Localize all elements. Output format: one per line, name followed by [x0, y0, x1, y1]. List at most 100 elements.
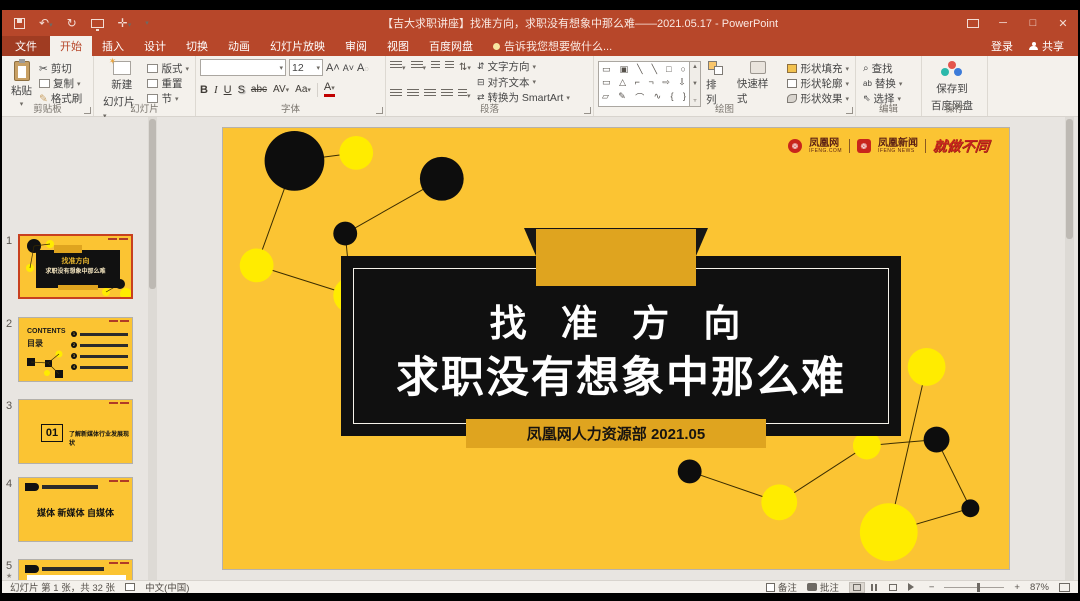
underline-button[interactable]: U — [224, 84, 232, 96]
text-shadow-button[interactable]: S — [238, 84, 245, 96]
ifeng-news-logo-text: 凤凰新闻 — [878, 139, 918, 149]
font-dialog-launcher[interactable] — [376, 107, 383, 114]
undo-icon[interactable]: ↶▾ — [39, 17, 53, 29]
slideshow-view-button[interactable] — [903, 582, 919, 593]
animation-star-icon: ★ — [6, 572, 18, 580]
align-center-icon[interactable] — [407, 89, 419, 101]
tab-design[interactable]: 设计 — [134, 36, 176, 56]
notes-icon — [766, 583, 775, 592]
bold-button[interactable]: B — [200, 84, 208, 96]
slide-title-line1[interactable]: 找 准 方 向 — [341, 293, 901, 347]
tab-transitions[interactable]: 切换 — [176, 36, 218, 56]
tab-review[interactable]: 审阅 — [335, 36, 377, 56]
subtitle-banner[interactable]: 凤凰网人力资源部 2021.05 — [466, 419, 766, 448]
clear-format-icon[interactable]: A◌ — [357, 62, 369, 74]
drawing-dialog-launcher[interactable] — [846, 107, 853, 114]
font-size-combo[interactable]: 12▾ — [289, 59, 323, 76]
sign-in-link[interactable]: 登录 — [991, 38, 1013, 54]
shape-fill-button[interactable]: 形状填充▾ — [787, 61, 849, 76]
numbering-icon[interactable]: ▾ — [411, 61, 427, 73]
zoom-slider-handle[interactable] — [977, 583, 980, 592]
brand-logos: ❁ 凤凰网IFENG.COM ❁ 凤凰新闻IFENG NEWS 就做不同 — [788, 136, 989, 156]
clipboard-dialog-launcher[interactable] — [84, 107, 91, 114]
zoom-level[interactable]: 87% — [1030, 582, 1049, 593]
char-spacing-button[interactable]: AV▾ — [273, 84, 289, 95]
increase-font-icon[interactable]: A˄ — [326, 62, 340, 74]
language-indicator[interactable]: 中文(中国) — [145, 580, 189, 594]
start-slideshow-icon[interactable] — [91, 19, 104, 28]
decrease-indent-icon[interactable] — [431, 61, 440, 73]
zoom-out-button[interactable]: − — [929, 582, 935, 593]
align-left-icon[interactable] — [390, 89, 402, 101]
tab-file[interactable]: 文件 — [2, 36, 50, 56]
columns-icon[interactable]: ▾ — [458, 89, 471, 101]
close-button[interactable]: ✕ — [1048, 10, 1078, 36]
slide-canvas[interactable]: ❁ 凤凰网IFENG.COM ❁ 凤凰新闻IFENG NEWS 就做不同 找 准… — [222, 127, 1010, 570]
slide-thumbnail-1[interactable]: 找准方向 求职没有想象中那么难 — [18, 234, 133, 299]
tab-view[interactable]: 视图 — [377, 36, 419, 56]
thumbnail-scrollbar[interactable] — [148, 117, 157, 580]
slide-title-line2[interactable]: 求职没有想象中那么难 — [321, 343, 921, 405]
qat-customize-icon[interactable]: ▾ — [145, 19, 149, 27]
line-spacing-icon[interactable]: ⇅▾ — [459, 62, 471, 73]
slide-thumbnail-5[interactable] — [18, 559, 133, 580]
tell-me-box[interactable]: 告诉我您想要做什么... — [483, 36, 622, 56]
zoom-slider[interactable] — [944, 587, 1004, 588]
comments-button[interactable]: 批注 — [807, 580, 839, 594]
font-color-button[interactable]: A▾ — [324, 82, 335, 97]
decrease-font-icon[interactable]: A˅ — [343, 63, 354, 73]
tab-insert[interactable]: 插入 — [92, 36, 134, 56]
redo-icon[interactable]: ↻ — [67, 17, 77, 29]
ifeng-logo-text: 凤凰网 — [809, 139, 842, 149]
align-right-icon[interactable] — [424, 89, 436, 101]
tab-baidu-netdisk[interactable]: 百度网盘 — [419, 36, 483, 56]
reset-button[interactable]: 重置 — [147, 76, 189, 91]
thumb-number: 4 — [6, 478, 18, 490]
workspace: 1 找准方向 求职没有想象中那么难 2 CONTENTS — [2, 117, 1078, 580]
tab-home[interactable]: 开始 — [50, 36, 92, 56]
change-case-button[interactable]: Aa▾ — [295, 84, 311, 95]
cut-button[interactable]: ✂ 剪切 — [39, 61, 82, 76]
replace-button[interactable]: ab替换▾ — [863, 76, 902, 91]
text-direction-button[interactable]: ⇵文字方向▾ — [477, 59, 570, 74]
editor-scrollbar[interactable] — [1065, 117, 1074, 580]
justify-icon[interactable] — [441, 89, 453, 101]
clipboard-group: 粘贴▾ ✂ 剪切 复制▾ ✎格式刷 剪贴板 — [2, 56, 94, 116]
strikethrough-button[interactable]: abc — [251, 84, 267, 95]
slide-thumbnail-3[interactable]: 01 了解新媒体行业发展现状 — [18, 399, 133, 464]
normal-view-button[interactable] — [849, 582, 865, 593]
font-name-combo[interactable]: ▾ — [200, 59, 286, 76]
fit-to-window-icon[interactable] — [1059, 583, 1070, 592]
paragraph-dialog-launcher[interactable] — [584, 107, 591, 114]
bullets-icon[interactable]: ▾ — [390, 61, 406, 73]
window-title: 【吉大求职讲座】找准方向，求职没有想象中那么难——2021.05.17 - Po… — [202, 15, 958, 31]
shape-outline-button[interactable]: 形状轮廓▾ — [787, 76, 849, 91]
editing-group: ⌕查找 ab替换▾ ⇖选择▾ 编辑 — [856, 56, 922, 116]
zoom-in-button[interactable]: + — [1014, 582, 1020, 593]
person-icon — [1029, 42, 1038, 51]
tab-slideshow[interactable]: 幻灯片放映 — [260, 36, 335, 56]
ribbon-tab-row: 文件 开始 插入 设计 切换 动画 幻灯片放映 审阅 视图 百度网盘 告诉我您想… — [2, 36, 1078, 56]
thumb-number: 3 — [6, 400, 18, 412]
find-button[interactable]: ⌕查找 — [863, 61, 902, 76]
share-button[interactable]: 共享 — [1029, 38, 1064, 54]
slide-thumbnail-2[interactable]: CONTENTS 目录 1 2 3 4 — [18, 317, 133, 382]
quick-access-toolbar: ↶▾ ↻ ✛▾ ▾ — [2, 17, 202, 29]
increase-indent-icon[interactable] — [445, 61, 454, 73]
slide-thumbnail-4[interactable]: 媒体 新媒体 自媒体 — [18, 477, 133, 542]
slide-sorter-view-button[interactable] — [867, 582, 883, 593]
ribbon-display-options-button[interactable] — [958, 10, 988, 36]
italic-button[interactable]: I — [214, 84, 218, 96]
spellcheck-icon[interactable] — [125, 583, 135, 591]
minimize-button[interactable]: ─ — [988, 10, 1018, 36]
thumb-number: 5 — [6, 560, 18, 572]
copy-button[interactable]: 复制▾ — [39, 76, 82, 91]
reading-view-button[interactable] — [885, 582, 901, 593]
touch-mode-icon[interactable]: ✛▾ — [118, 17, 132, 29]
layout-button[interactable]: 版式▾ — [147, 61, 189, 76]
maximize-button[interactable]: □ — [1018, 10, 1048, 36]
notes-button[interactable]: 备注 — [766, 580, 797, 594]
tab-animations[interactable]: 动画 — [218, 36, 260, 56]
save-icon[interactable] — [14, 18, 25, 29]
align-text-button[interactable]: ⊟对齐文本▾ — [477, 75, 570, 90]
